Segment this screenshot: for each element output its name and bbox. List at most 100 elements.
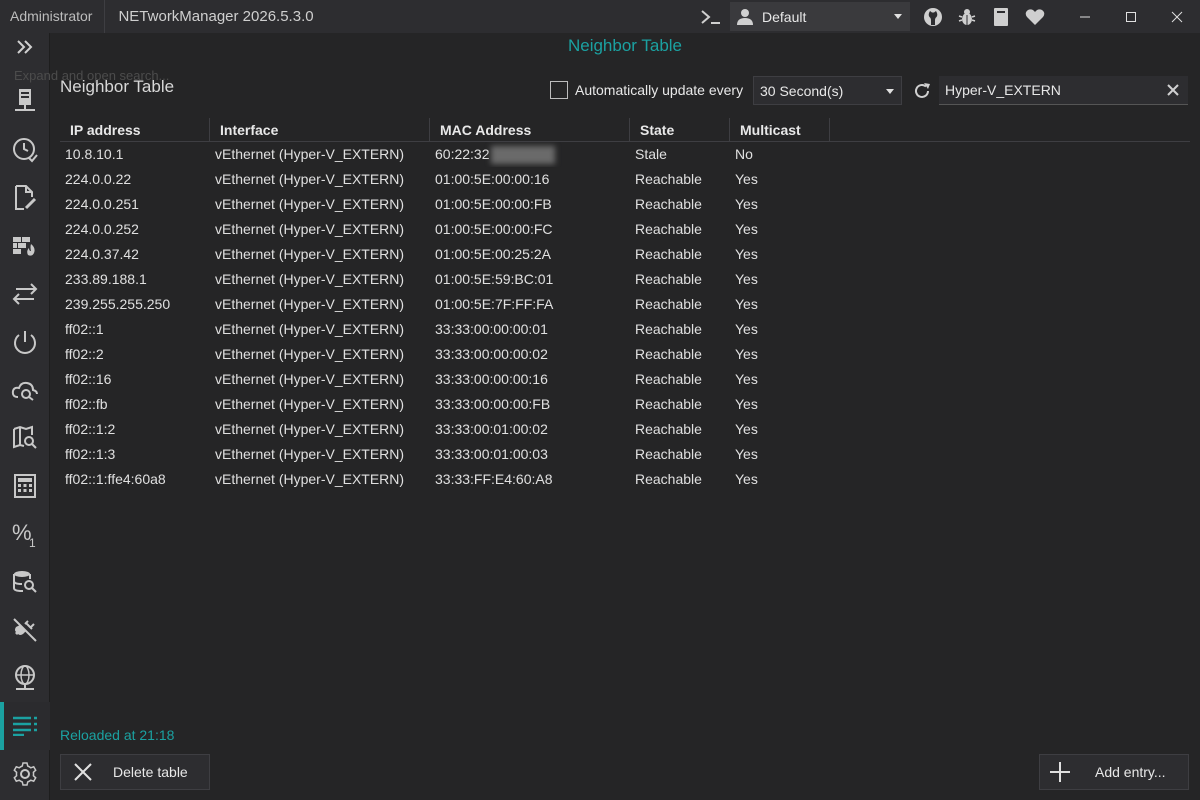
cell-interface-text: vEthernet (Hyper-V_EXTERN) — [215, 396, 405, 412]
cell-interface: vEthernet (Hyper-V_EXTERN) — [210, 292, 430, 317]
cell-state: Reachable — [630, 417, 730, 442]
delete-table-button[interactable]: Delete table — [60, 754, 210, 790]
table-row[interactable]: ff02::1:2 vEthernet (Hyper-V_EXTERN) 33:33… — [60, 417, 1190, 442]
column-header-mac[interactable]: MAC Address — [430, 118, 630, 142]
cell-state-text: Reachable — [635, 246, 702, 262]
cell-mac-text: 01:00:5E:7F:FF:FA — [435, 296, 554, 312]
table-row[interactable]: ff02::fb vEthernet (Hyper-V_EXTERN) 33:33:… — [60, 392, 1190, 417]
add-entry-button[interactable]: Add entry... — [1039, 754, 1189, 790]
sidebar-item-subnet[interactable]: % 1 — [0, 510, 50, 558]
power-icon — [14, 331, 36, 354]
cell-mac-text: 01:00:5E:59:BC:01 — [435, 271, 554, 287]
minimize-icon[interactable] — [1062, 0, 1108, 33]
bug-icon[interactable] — [950, 0, 984, 33]
sidebar-item-history[interactable] — [0, 126, 50, 174]
profile-selector[interactable]: Default — [730, 2, 910, 31]
sidebar-item-firewall[interactable] — [0, 222, 50, 270]
sidebar-item-power[interactable] — [0, 318, 50, 366]
powershell-icon[interactable] — [694, 0, 728, 33]
cell-ip: ff02::1:2 — [60, 417, 210, 442]
column-header-state[interactable]: State — [630, 118, 730, 142]
sidebar-item-calculator[interactable] — [0, 462, 50, 510]
cell-mac-text: 33:33:00:00:00:01 — [435, 321, 548, 337]
transfer-icon — [12, 283, 38, 305]
table-row[interactable]: 239.255.255.250 vEthernet (Hyper-V_EXTERN… — [60, 292, 1190, 317]
column-header-interface[interactable]: Interface — [210, 118, 430, 142]
table-row[interactable]: 224.0.0.252 vEthernet (Hyper-V_EXTERN) 01:… — [60, 217, 1190, 242]
cell-multicast-text: Yes — [735, 171, 758, 187]
table-row[interactable]: ff02::1:ffe4:60a8 vEthernet (Hyper-V_EXTE… — [60, 467, 1190, 492]
delete-table-label: Delete table — [113, 764, 188, 780]
table-row[interactable]: ff02::1 vEthernet (Hyper-V_EXTERN) 33:33:0… — [60, 317, 1190, 342]
table-row[interactable]: 224.0.37.42 vEthernet (Hyper-V_EXTERN) 01:… — [60, 242, 1190, 267]
sidebar-item-settings[interactable] — [0, 750, 50, 798]
cell-mac-text: 01:00:5E:00:00:FB — [435, 196, 552, 212]
cell-state: Reachable — [630, 392, 730, 417]
chevron-down-icon — [894, 14, 902, 19]
cell-mac: 33:33:00:00:00:02 — [430, 342, 630, 367]
table-row[interactable]: ff02::1:3 vEthernet (Hyper-V_EXTERN) 33:33… — [60, 442, 1190, 467]
cell-multicast-text: Yes — [735, 446, 758, 462]
auto-update-toggle[interactable]: Automatically update every — [550, 81, 743, 99]
cell-mac-text: 33:33:00:00:00:02 — [435, 346, 548, 362]
table-row[interactable]: 224.0.0.22 vEthernet (Hyper-V_EXTERN) 01:0… — [60, 167, 1190, 192]
cell-state-text: Reachable — [635, 371, 702, 387]
chevron-down-icon — [886, 89, 894, 94]
cell-multicast-text: Yes — [735, 371, 758, 387]
cell-interface: vEthernet (Hyper-V_EXTERN) — [210, 192, 430, 217]
cell-interface: vEthernet (Hyper-V_EXTERN) — [210, 392, 430, 417]
cell-interface-text: vEthernet (Hyper-V_EXTERN) — [215, 321, 405, 337]
sidebar-item-cloud-search[interactable] — [0, 366, 50, 414]
table-header: IP address Interface MAC Address State M… — [60, 118, 1190, 142]
table-row[interactable]: 224.0.0.251 vEthernet (Hyper-V_EXTERN) 01:… — [60, 192, 1190, 217]
table-row[interactable]: ff02::2 vEthernet (Hyper-V_EXTERN) 33:33:0… — [60, 342, 1190, 367]
cell-multicast-text: Yes — [735, 396, 758, 412]
sidebar-item-map-search[interactable] — [0, 414, 50, 462]
title-bar: Administrator NETworkManager 2026.5.3.0 … — [0, 0, 1200, 33]
table-row[interactable]: 233.89.188.1 vEthernet (Hyper-V_EXTERN) 01… — [60, 267, 1190, 292]
cell-multicast-text: Yes — [735, 221, 758, 237]
cell-mac: 01:00:5E:00:00:FC — [430, 217, 630, 242]
cell-state-text: Reachable — [635, 171, 702, 187]
github-icon[interactable] — [916, 0, 950, 33]
status-text: Reloaded at 21:18 — [60, 727, 175, 743]
heart-icon[interactable] — [1018, 0, 1052, 33]
sidebar-item-database-search[interactable] — [0, 558, 50, 606]
sidebar-item-network-interface[interactable] — [0, 77, 50, 125]
column-header-multicast[interactable]: Multicast — [730, 118, 830, 142]
cell-ip-text: 233.89.188.1 — [65, 271, 147, 287]
cell-mac: 33:33:FF:E4:60:A8 — [430, 467, 630, 492]
sidebar-item-transfer[interactable] — [0, 270, 50, 318]
interval-select[interactable]: 30 Second(s) — [753, 76, 902, 105]
maximize-icon[interactable] — [1108, 0, 1154, 33]
column-header-ip[interactable]: IP address — [60, 118, 210, 142]
cell-interface: vEthernet (Hyper-V_EXTERN) — [210, 367, 430, 392]
auto-update-checkbox[interactable] — [550, 81, 568, 99]
sidebar-item-web[interactable] — [0, 654, 50, 702]
cell-mac-text: 60:22:32 — [435, 146, 490, 162]
cell-interface: vEthernet (Hyper-V_EXTERN) — [210, 467, 430, 492]
sidebar-item-plug[interactable] — [0, 606, 50, 654]
table-row[interactable]: ff02::16 vEthernet (Hyper-V_EXTERN) 33:33:… — [60, 367, 1190, 392]
cell-state-text: Stale — [635, 146, 667, 162]
cell-ip: ff02::1 — [60, 317, 210, 342]
cell-multicast: Yes — [730, 442, 830, 467]
table-row[interactable]: 10.8.10.1 vEthernet (Hyper-V_EXTERN) 60:22… — [60, 142, 1190, 167]
cell-interface-text: vEthernet (Hyper-V_EXTERN) — [215, 421, 405, 437]
book-icon[interactable] — [984, 0, 1018, 33]
cell-mac-text: 33:33:00:00:00:16 — [435, 371, 548, 387]
search-input[interactable]: Hyper-V_EXTERN — [939, 76, 1188, 105]
cell-mac: 33:33:00:00:00:01 — [430, 317, 630, 342]
cell-interface-text: vEthernet (Hyper-V_EXTERN) — [215, 296, 405, 312]
expand-button[interactable] — [0, 23, 50, 71]
close-icon[interactable] — [1154, 0, 1200, 33]
view-header: Neighbor Table — [567, 36, 683, 55]
sidebar-item-file-edit[interactable] — [0, 174, 50, 222]
cell-ip: 224.0.37.42 — [60, 242, 210, 267]
sidebar-item-neighbor-table[interactable] — [0, 702, 50, 750]
cell-multicast: Yes — [730, 417, 830, 442]
file-edit-icon — [15, 185, 37, 210]
cell-interface: vEthernet (Hyper-V_EXTERN) — [210, 342, 430, 367]
clear-search-button[interactable] — [1162, 79, 1184, 101]
refresh-button[interactable] — [908, 76, 936, 105]
